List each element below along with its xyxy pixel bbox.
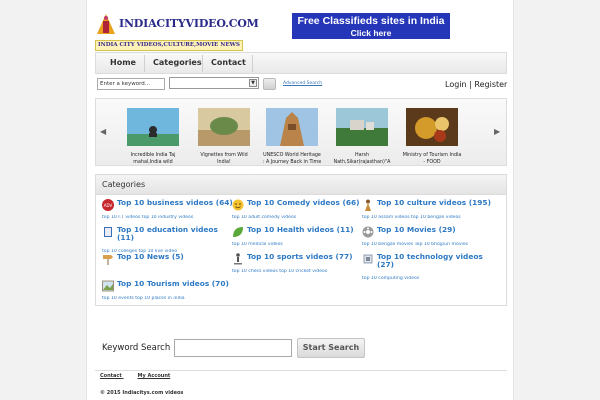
video-thumbnail [406,108,458,146]
book-icon [104,227,112,237]
banner-cta: Click here [350,28,392,38]
nav-categories[interactable]: Categories [153,58,202,67]
subcategory-links[interactable]: top 10 medical videos [232,242,362,247]
category-link[interactable]: Top 10 Health videos (11) [247,226,365,234]
carousel-item[interactable]: Harsh Nath,Sikar(rajasthan)"A [332,108,392,166]
category-link[interactable]: Top 10 News (5) [117,253,235,261]
keyword-search-label: Keyword Search [102,343,171,353]
chip-icon [363,254,373,264]
nav-contact[interactable]: Contact [211,58,246,67]
start-search-button[interactable]: Start Search [297,338,365,358]
categories-heading: Categories [95,174,507,194]
category-link[interactable]: Top 10 business videos (64) [117,199,235,207]
adv-badge-icon: ADV [102,199,114,211]
register-link[interactable]: Register [474,80,507,89]
chevron-left-icon[interactable]: ◀ [100,127,106,136]
site-logo[interactable]: INDIACITYVIDEO.COM INDIA CITY VIDEOS,CUL… [95,12,259,52]
footer-link-contact[interactable]: Contact [100,373,122,379]
auth-separator: | [469,80,472,89]
category-link[interactable]: Top 10 Movies (29) [377,226,495,234]
smiley-icon [232,199,244,211]
carousel-caption: Vignettes from Wild India! [200,153,248,165]
signpost-icon [103,255,113,265]
advanced-search-link[interactable]: Advanced Search [283,81,322,86]
video-thumbnail [127,108,179,146]
nav-home[interactable]: Home [110,58,136,67]
film-reel-icon [362,226,374,238]
main-nav: Home Categories Contact [95,52,507,74]
nav-divider [252,55,253,72]
video-carousel: ◀ ▶ Incredible India Taj mahal,India wil… [95,98,507,166]
classifieds-banner[interactable]: Free Classifieds sites in India Click he… [292,13,450,39]
category-link[interactable]: Top 10 technology videos (27) [377,253,495,269]
svg-text:ADV: ADV [104,203,113,208]
subcategory-links[interactable]: top 10 events top 10 places in india [102,296,232,301]
subcategory-links[interactable]: top 10 assam videos top 10 bengali video… [362,215,492,220]
video-thumbnail [198,108,250,146]
chevron-down-icon[interactable]: ▼ [249,79,257,87]
carousel-item[interactable]: UNESCO World Heritage : A Journey Back i… [262,108,322,166]
chevron-right-icon[interactable]: ▶ [494,127,500,136]
carousel-caption: Ministry of Tourism India - FOOD [402,153,462,165]
keyword-input[interactable]: Enter a keyword... [97,78,165,90]
auth-links: Login | Register [445,80,507,89]
subcategory-links[interactable]: top 10 I.T videos top 10 industry videos [102,215,232,220]
category-select[interactable]: ▼ [169,77,259,89]
video-thumbnail [266,108,318,146]
copyright-text: © 2015 Indiacitys.com videos [100,390,184,396]
subcategory-links[interactable]: top 10 computing videos [362,276,492,282]
keyword-search-input[interactable] [174,339,292,357]
categories-panel: ADV Top 10 business videos (64) top 10 I… [95,194,507,306]
category-link[interactable]: Top 10 culture videos (195) [377,199,495,207]
subcategory-links[interactable]: top 10 chess videos top 10 cricket video… [232,269,362,274]
banner-title: Free Classifieds sites in India [297,15,445,27]
logo-mark-icon [97,14,115,34]
page-container: INDIACITYVIDEO.COM INDIA CITY VIDEOS,CUL… [86,0,514,400]
carousel-item[interactable]: Ministry of Tourism India - FOOD [402,108,462,166]
category-link[interactable]: Top 10 education videos (11) [117,226,235,242]
search-go-button[interactable] [263,78,276,90]
category-link[interactable]: Top 10 Comedy videos (66) [247,199,365,207]
category-link[interactable]: Top 10 sports videos (77) [247,253,365,261]
photo-icon [102,280,114,292]
carousel-caption: UNESCO World Heritage : A Journey Back i… [262,153,322,165]
footer-link-my-account[interactable]: My Account [138,373,171,379]
subcategory-links[interactable]: top 10 adult comedy videos [232,215,362,220]
login-link[interactable]: Login [445,80,467,89]
athlete-icon [234,253,242,265]
footer-divider [95,370,507,371]
carousel-item[interactable]: Incredible India Taj mahal,India wild [123,108,183,166]
nav-divider [202,55,203,72]
brand-tagline: INDIA CITY VIDEOS,CULTURE,MOVIE NEWS [95,40,243,51]
carousel-caption: Harsh Nath,Sikar(rajasthan)"A [333,153,391,165]
leaf-icon [233,227,243,237]
carousel-item[interactable]: Vignettes from Wild India! [194,108,254,166]
video-thumbnail [336,108,388,146]
carousel-caption: Incredible India Taj mahal,India wild [130,153,176,165]
nav-divider [144,55,145,72]
figure-icon [365,199,371,211]
subcategory-links[interactable]: top 10 bengali movies Top 10 bhojpuri mo… [362,242,492,247]
brand-name: INDIACITYVIDEO.COM [119,17,259,30]
category-link[interactable]: Top 10 Tourism videos (70) [117,280,235,288]
footer-links: Contact My Account [100,373,170,379]
